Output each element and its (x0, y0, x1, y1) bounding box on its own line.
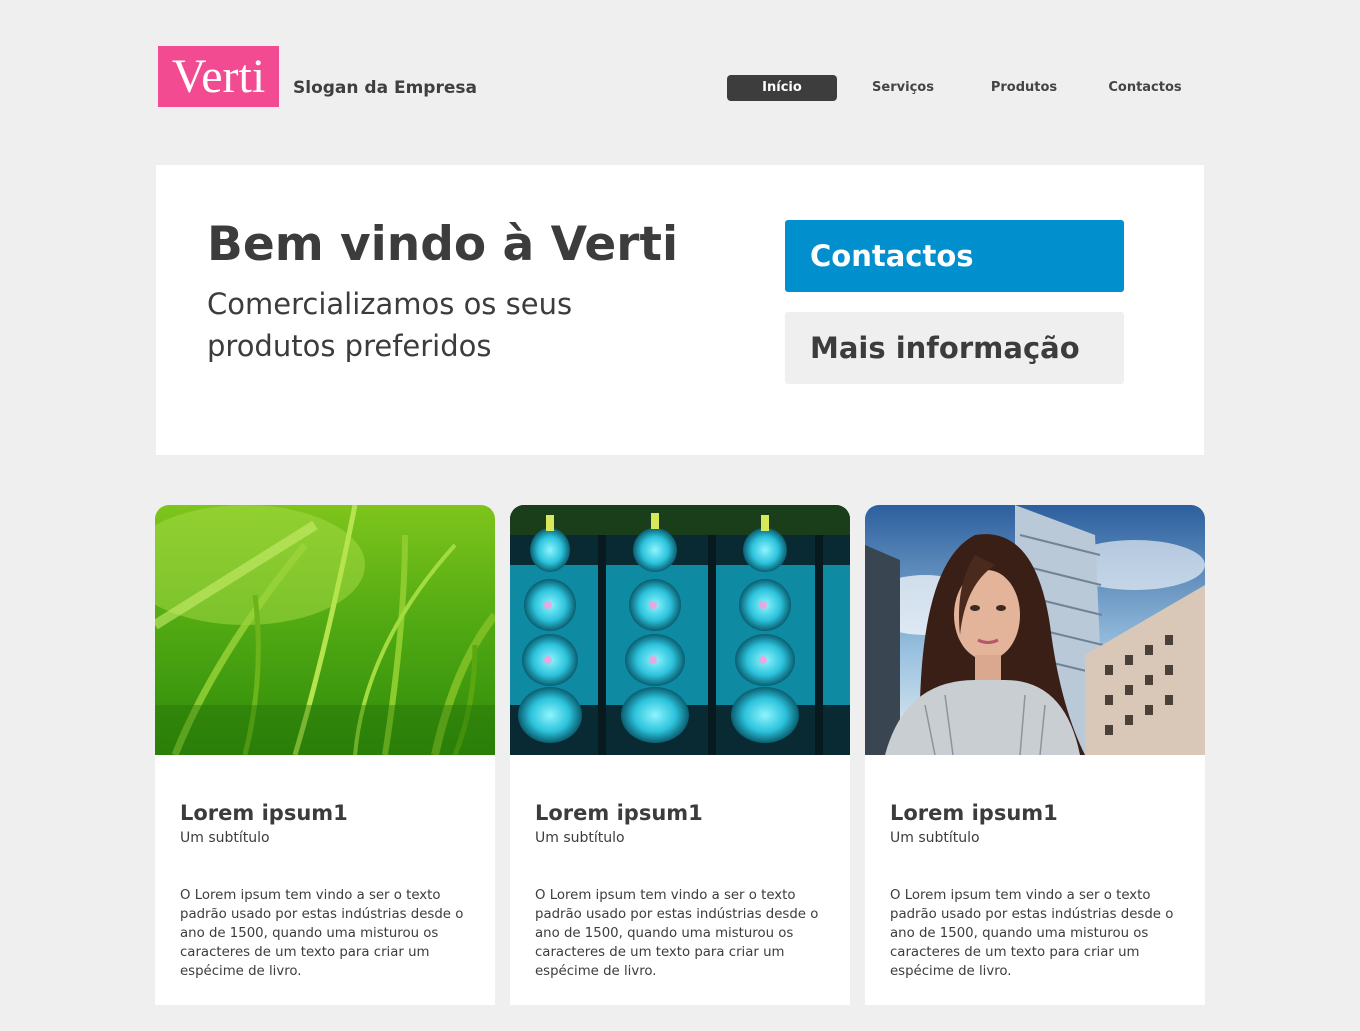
company-slogan: Slogan da Empresa (293, 78, 477, 98)
hero-subtitle: Comercializamos os seus produtos preferi… (207, 287, 573, 363)
grass-photo (155, 505, 495, 755)
nav-item-servicos[interactable]: Serviços (848, 75, 958, 101)
nav-item-contactos[interactable]: Contactos (1090, 75, 1200, 101)
card-text: O Lorem ipsum tem vindo a ser o texto pa… (180, 888, 464, 979)
more-info-button[interactable]: Mais informação (785, 312, 1124, 384)
hero-title: Bem vindo à Verti (207, 217, 679, 272)
nav-item-produtos[interactable]: Produtos (969, 75, 1079, 101)
card-subtitle: Um subtítulo (890, 830, 980, 846)
hero-section: Bem vindo à Verti Comercializamos os seu… (156, 165, 1204, 455)
card-title: Lorem ipsum1 (535, 801, 703, 825)
card-title: Lorem ipsum1 (180, 801, 348, 825)
nav-item-inicio[interactable]: Início (727, 75, 837, 101)
card-subtitle: Um subtítulo (535, 830, 625, 846)
feature-card: Lorem ipsum1 Um subtítulo O Lorem ipsum … (155, 505, 495, 1005)
card-text: O Lorem ipsum tem vindo a ser o texto pa… (535, 888, 819, 979)
businesswoman-city-photo (865, 505, 1205, 755)
feature-card: Lorem ipsum1 Um subtítulo O Lorem ipsum … (865, 505, 1205, 1005)
light-bulbs-photo (510, 505, 850, 755)
card-title: Lorem ipsum1 (890, 801, 1058, 825)
feature-card: Lorem ipsum1 Um subtítulo O Lorem ipsum … (510, 505, 850, 1005)
logo[interactable]: Verti (158, 46, 279, 107)
card-text: O Lorem ipsum tem vindo a ser o texto pa… (890, 888, 1174, 979)
card-subtitle: Um subtítulo (180, 830, 270, 846)
contact-button[interactable]: Contactos (785, 220, 1124, 292)
